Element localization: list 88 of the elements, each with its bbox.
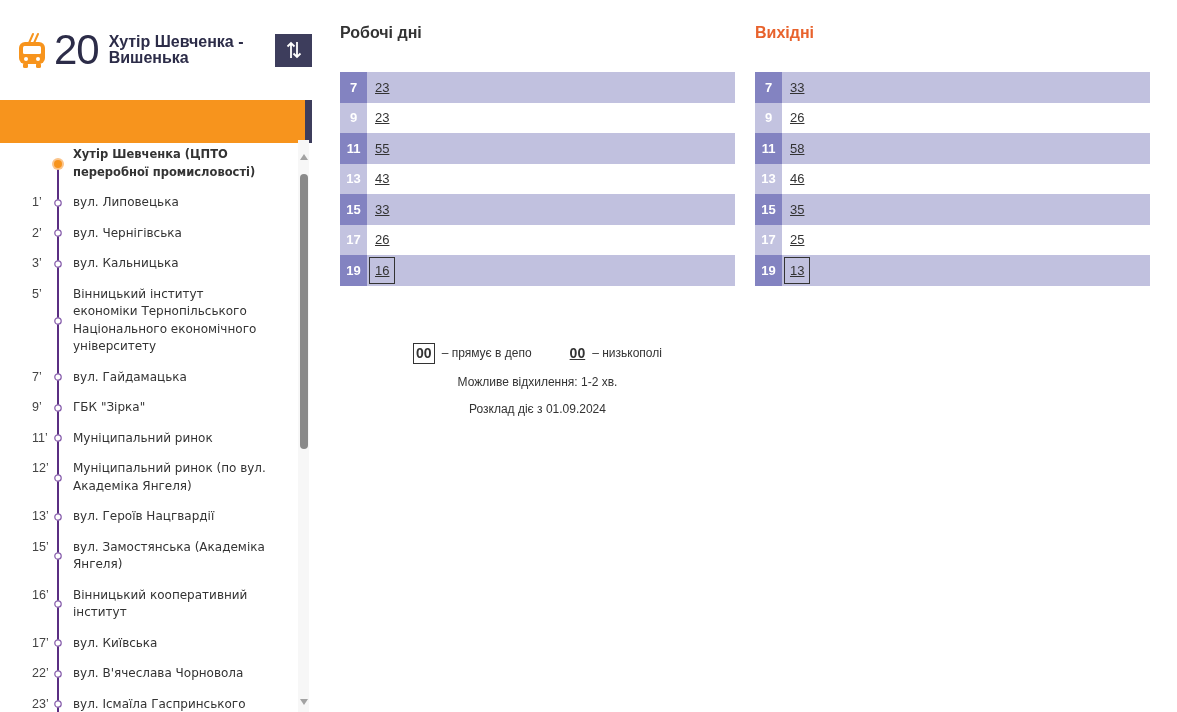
stop-time: 16’ xyxy=(32,586,50,604)
hour-cell: 9 xyxy=(340,102,367,133)
hour-cell: 15 xyxy=(340,194,367,225)
route-title: Хутір Шевченка - Вишенька xyxy=(108,34,245,66)
stop-time: 22’ xyxy=(32,665,50,682)
hour-cell: 7 xyxy=(755,72,782,103)
stop-time: 7’ xyxy=(32,368,43,386)
stop-name[interactable]: вул. Липовецька xyxy=(73,194,269,212)
stop-time: 3’ xyxy=(32,255,43,272)
hour-cell: 7 xyxy=(340,72,367,103)
hour-cell: 15 xyxy=(755,194,782,225)
stop-name[interactable]: вул. Київська xyxy=(73,634,269,652)
scroll-down-icon[interactable] xyxy=(299,699,308,705)
departure-minute-link[interactable]: 26 xyxy=(790,109,805,127)
stop-name[interactable]: Хутір Шевченка (ЦПТО переробної промисловості) xyxy=(73,146,269,181)
stop-time: 2’ xyxy=(32,224,43,242)
stop-time: 23’ xyxy=(32,695,50,712)
hour-cell: 17 xyxy=(340,224,367,255)
stop-marker-icon xyxy=(54,639,62,648)
hour-cell: 11 xyxy=(755,133,782,164)
stop-marker-icon xyxy=(54,229,62,238)
stop-name[interactable]: Вінницький інститут економіки Тернопільського Національного економічного університету xyxy=(73,285,269,356)
departure-minute-link[interactable]: 23 xyxy=(375,78,390,96)
hour-cell: 17 xyxy=(755,224,782,255)
stop-time: 12’ xyxy=(32,460,50,477)
stop-marker-icon xyxy=(54,373,62,382)
hour-cell: 13 xyxy=(755,163,782,194)
stop-name[interactable]: вул. В'ячеслава Чорновола xyxy=(73,665,269,683)
schedule-heading: Вихідні xyxy=(755,23,815,43)
departure-minute-link[interactable]: 13 xyxy=(784,256,811,284)
legend-label: – низькополі xyxy=(592,346,662,360)
stop-name[interactable]: Вінницький кооперативний інститут xyxy=(73,586,269,622)
departure-minute-link[interactable]: 26 xyxy=(375,231,390,249)
scrollbar-thumb[interactable] xyxy=(299,174,308,449)
stop-marker-icon xyxy=(54,600,62,608)
departure-minute-link[interactable]: 35 xyxy=(790,200,805,218)
hour-cell: 13 xyxy=(340,163,367,194)
stop-marker-icon xyxy=(54,434,62,443)
stop-marker-icon xyxy=(54,512,62,521)
departure-minute-link[interactable]: 43 xyxy=(375,170,390,188)
stop-time: 11’ xyxy=(32,429,49,447)
legend-sample: 00 xyxy=(413,342,435,364)
stop-marker-icon xyxy=(54,403,62,412)
hour-cell: 9 xyxy=(755,102,782,133)
stop-name[interactable]: Муніципальний ринок xyxy=(73,429,269,447)
stop-marker-icon xyxy=(54,552,62,560)
schedule-note: Розклад діє з 01.09.2024 xyxy=(468,400,607,418)
stop-marker-icon xyxy=(54,700,62,709)
stop-name[interactable]: вул. Ісмаїла Гаспринського xyxy=(73,695,269,712)
stop-time: 5’ xyxy=(32,285,43,303)
stop-time: 9’ xyxy=(32,399,43,416)
scroll-up-icon[interactable] xyxy=(299,154,308,160)
departure-minute-link[interactable]: 33 xyxy=(790,78,805,96)
swap-arrows-icon xyxy=(285,41,302,59)
stop-time: 17’ xyxy=(32,634,50,652)
departure-minute-link[interactable]: 16 xyxy=(369,256,396,284)
stop-marker-icon xyxy=(54,198,62,207)
stop-name[interactable]: вул. Гайдамацька xyxy=(73,368,269,386)
hour-cell: 19 xyxy=(340,255,367,286)
route-number: 20 xyxy=(54,29,99,71)
stop-name[interactable]: вул. Замостянська (Академіка Янгеля) xyxy=(73,538,269,574)
stop-marker-icon xyxy=(54,316,62,325)
stop-marker-icon xyxy=(54,669,62,678)
stop-name[interactable]: ГБК "Зірка" xyxy=(73,399,269,417)
stop-name[interactable]: вул. Героїв Нацгвардії xyxy=(73,508,269,526)
stop-marker-icon xyxy=(54,259,62,268)
stop-marker-icon xyxy=(54,473,62,482)
schedule-note: Можливе відхилення: 1-2 хв. xyxy=(456,373,619,391)
stop-time: 1’ xyxy=(32,194,43,211)
stop-name[interactable]: Муніципальний ринок (по вул. Академіка Янгеля) xyxy=(73,460,269,495)
hour-cell: 19 xyxy=(755,255,782,286)
legend-sample: 00 xyxy=(569,344,586,362)
hour-cell: 11 xyxy=(340,133,367,164)
departure-minute-link[interactable]: 46 xyxy=(790,170,805,188)
stop-time: 15’ xyxy=(32,538,50,556)
departure-minute-link[interactable]: 25 xyxy=(790,231,805,249)
swap-direction-button[interactable] xyxy=(275,33,312,67)
terminus-marker-icon xyxy=(52,157,64,170)
trolleybus-icon xyxy=(18,32,46,68)
stop-time: 13’ xyxy=(32,508,50,525)
departure-minute-link[interactable]: 33 xyxy=(375,200,390,218)
schedule-heading: Робочі дні xyxy=(340,23,423,43)
departure-minute-link[interactable]: 55 xyxy=(375,139,390,157)
departure-minute-link[interactable]: 23 xyxy=(375,109,390,127)
stop-name[interactable]: вул. Кальницька xyxy=(73,255,269,273)
legend-label: – прямує в депо xyxy=(441,346,532,360)
departure-minute-link[interactable]: 58 xyxy=(790,139,805,157)
stop-name[interactable]: вул. Чернігівська xyxy=(73,224,269,242)
